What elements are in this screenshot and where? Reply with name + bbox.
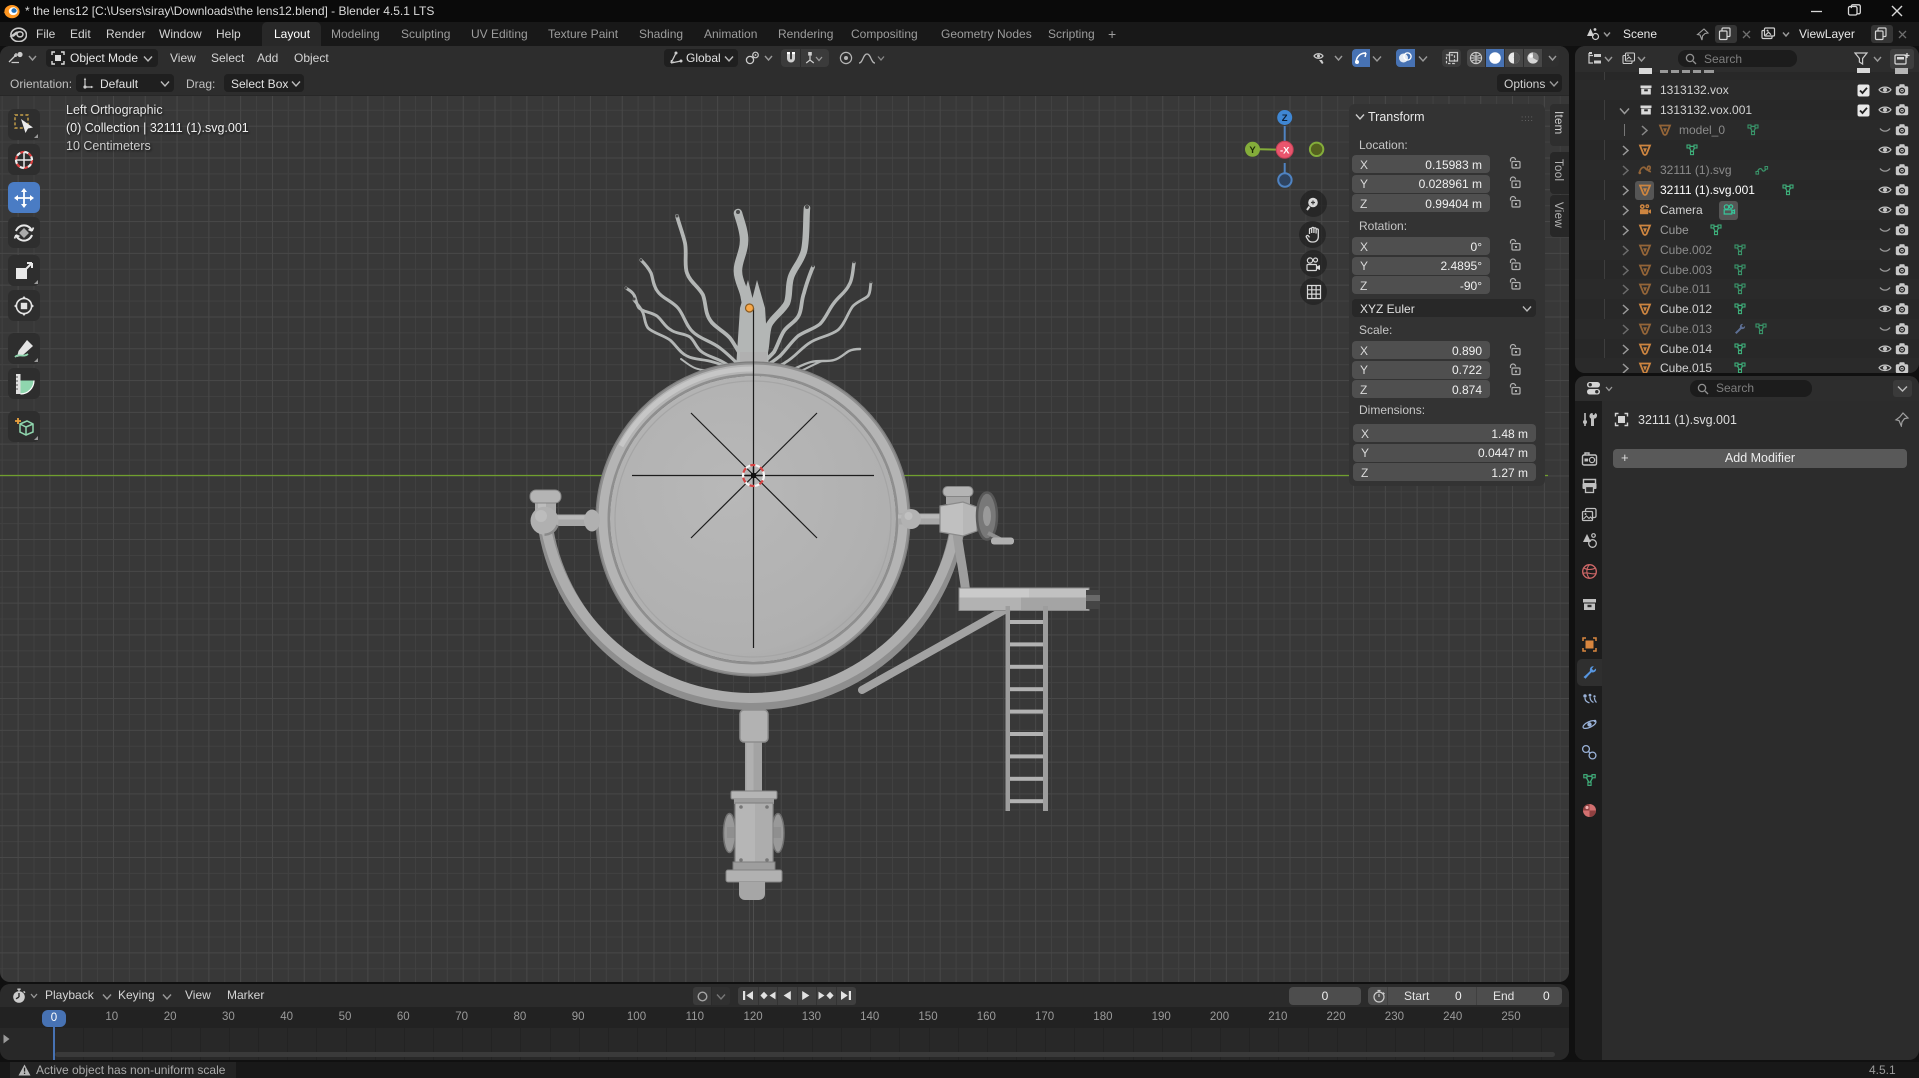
svg-text:-X: -X bbox=[1280, 145, 1290, 156]
svg-text:Y: Y bbox=[1249, 145, 1256, 156]
svg-text:Z: Z bbox=[1282, 113, 1288, 124]
